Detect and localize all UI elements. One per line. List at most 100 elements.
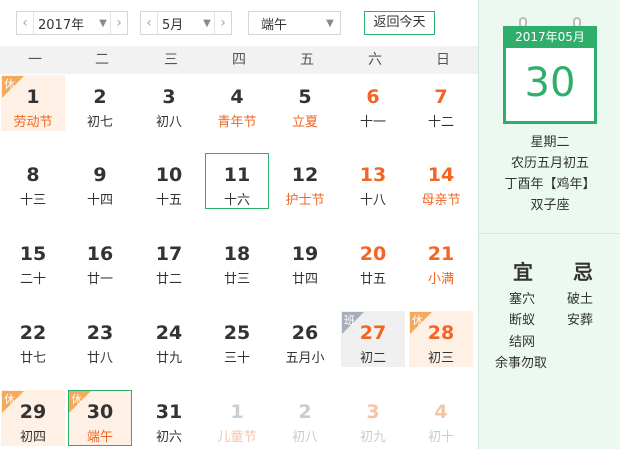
lunar-day: 十二 [427, 115, 454, 130]
day-number: 4 [230, 86, 244, 108]
lunar-day: 初九 [359, 430, 386, 445]
card-header: 2017年05月 [503, 26, 597, 48]
next-month-arrow-icon[interactable]: › [215, 15, 231, 31]
festival-label: 立夏 [291, 115, 318, 130]
day-cell[interactable]: 14 母亲节 [409, 153, 473, 209]
lunar-day: 初三 [427, 351, 454, 366]
day-number: 11 [223, 164, 251, 186]
day-cell[interactable]: 7 十二 [409, 75, 473, 131]
festival-label: 劳动节 [13, 115, 53, 130]
day-number: 26 [291, 322, 319, 344]
prev-month-arrow-icon[interactable]: ‹ [141, 15, 157, 31]
lunar-day: 二十 [19, 272, 46, 287]
lunar-day: 十六 [223, 193, 250, 208]
day-cell[interactable]: 班 27 初二 [341, 311, 405, 367]
day-cell[interactable]: 11 十六 [205, 153, 269, 209]
day-number: 19 [291, 243, 319, 265]
lunar-day: 廿二 [155, 272, 182, 287]
weekday-label: 三 [164, 52, 178, 68]
lunar-day: 初七 [86, 115, 113, 130]
day-cell[interactable]: 20 廿五 [341, 232, 405, 288]
back-to-today-button[interactable]: 返回今天 [364, 11, 435, 35]
day-cell[interactable]: 3 初八 [137, 75, 201, 131]
day-cell[interactable]: 1 儿童节 [205, 390, 269, 446]
yi-item: 结网 [509, 335, 536, 350]
day-cell[interactable]: 9 十四 [68, 153, 132, 209]
day-number: 10 [155, 164, 183, 186]
day-cell[interactable]: 16 廿一 [68, 232, 132, 288]
lunar-day: 廿七 [19, 351, 46, 366]
festival-label: 母亲节 [421, 193, 461, 208]
day-number: 17 [155, 243, 183, 265]
day-cell[interactable]: 15 二十 [1, 232, 65, 288]
day-cell[interactable]: 4 青年节 [205, 75, 269, 131]
day-cell[interactable]: 5 立夏 [273, 75, 337, 131]
year-value: 2017年 [38, 17, 85, 33]
day-cell[interactable]: 13 十八 [341, 153, 405, 209]
day-cell[interactable]: 26 五月小 [273, 311, 337, 367]
weekday-label: 六 [368, 52, 382, 68]
day-number: 2 [93, 86, 107, 108]
prev-year-arrow-icon[interactable]: ‹ [17, 15, 33, 31]
lunar-day: 廿五 [359, 272, 386, 287]
month-selector[interactable]: ‹ 5月 ▼ › [140, 11, 232, 35]
lunar-day: 廿八 [86, 351, 113, 366]
yi-item: 断蚁 [509, 313, 536, 328]
day-cell[interactable]: 31 初六 [137, 390, 201, 446]
day-number: 31 [155, 401, 183, 423]
next-year-arrow-icon[interactable]: › [111, 15, 127, 31]
day-number: 14 [427, 164, 455, 186]
day-cell[interactable]: 休 30 端午 [68, 390, 132, 446]
day-number: 15 [19, 243, 47, 265]
day-number: 5 [298, 86, 312, 108]
yi-item: 余事勿取 [495, 356, 548, 371]
lunar-day: 十四 [86, 193, 113, 208]
zodiac-sign: 双子座 [530, 198, 570, 213]
weekday-label: 一 [28, 52, 42, 68]
festival-label: 儿童节 [217, 430, 257, 445]
chevron-down-icon: ▼ [326, 17, 334, 29]
day-cell[interactable]: 2 初七 [68, 75, 132, 131]
day-cell[interactable]: 10 十五 [137, 153, 201, 209]
day-cell[interactable]: 12 护士节 [273, 153, 337, 209]
lunar-day: 廿三 [223, 272, 250, 287]
festival-selector[interactable]: 端午 ▼ [248, 11, 341, 35]
day-cell[interactable]: 19 廿四 [273, 232, 337, 288]
day-number: 20 [359, 243, 387, 265]
day-cell[interactable]: 24 廿九 [137, 311, 201, 367]
day-cell[interactable]: 休 1 劳动节 [1, 75, 65, 131]
lunar-day: 十一 [359, 115, 386, 130]
day-cell[interactable]: 21 小满 [409, 232, 473, 288]
festival-label: 青年节 [217, 115, 257, 130]
day-cell[interactable]: 18 廿三 [205, 232, 269, 288]
day-number: 16 [86, 243, 114, 265]
day-cell[interactable]: 8 十三 [1, 153, 65, 209]
festival-label: 端午 [86, 430, 113, 445]
day-cell[interactable]: 休 28 初三 [409, 311, 473, 367]
day-cell[interactable]: 23 廿八 [68, 311, 132, 367]
day-cell[interactable]: 3 初九 [341, 390, 405, 446]
day-number: 7 [434, 86, 448, 108]
day-cell[interactable]: 17 廿二 [137, 232, 201, 288]
day-cell[interactable]: 25 三十 [205, 311, 269, 367]
lunar-day: 初六 [155, 430, 182, 445]
festival-label: 小满 [427, 272, 454, 287]
lunar-day: 初八 [155, 115, 182, 130]
day-number: 27 [359, 322, 387, 344]
lunar-date: 农历五月初五 [510, 156, 589, 171]
day-cell[interactable]: 4 初十 [409, 390, 473, 446]
day-number: 23 [86, 322, 114, 344]
day-number: 12 [291, 164, 319, 186]
calendar-toolbar: ‹ 2017年 ▼ › ‹ 5月 ▼ › 端午 ▼ 返回今天 [0, 0, 478, 46]
day-cell[interactable]: 2 初八 [273, 390, 337, 446]
lunar-day: 十五 [155, 193, 182, 208]
year-selector[interactable]: ‹ 2017年 ▼ › [16, 11, 128, 35]
day-cell[interactable]: 休 29 初四 [1, 390, 65, 446]
day-number: 30 [86, 401, 114, 423]
day-cell[interactable]: 22 廿七 [1, 311, 65, 367]
weekday-text: 星期二 [530, 135, 570, 150]
day-number: 3 [366, 401, 380, 423]
lunar-day: 初十 [427, 430, 454, 445]
day-cell[interactable]: 6 十一 [341, 75, 405, 131]
day-number: 29 [19, 401, 47, 423]
